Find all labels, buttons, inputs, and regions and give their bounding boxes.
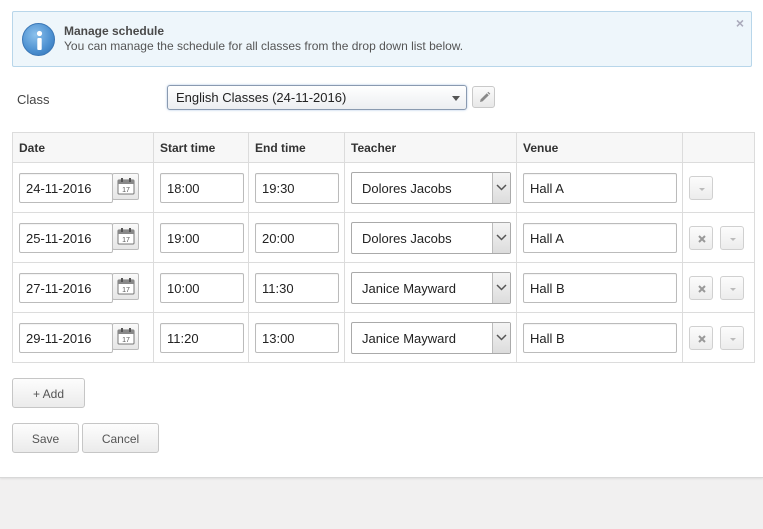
svg-text:17: 17 — [122, 187, 130, 194]
info-title: Manage schedule — [64, 24, 165, 38]
close-icon — [698, 285, 706, 293]
remove-row-button[interactable] — [689, 276, 713, 300]
calendar-icon: 17 — [117, 328, 135, 345]
row-menu-button[interactable] — [720, 276, 744, 300]
venue-input[interactable]: Hall B — [523, 273, 677, 303]
table-row: 27-11-2016 17 10:00 11:30 Janice Mayward… — [12, 262, 755, 313]
teacher-select[interactable]: Dolores Jacobs — [351, 172, 511, 204]
header-teacher: Teacher — [344, 132, 517, 163]
calendar-button[interactable]: 17 — [112, 323, 139, 350]
date-input[interactable]: 25-11-2016 — [19, 223, 113, 253]
teacher-select-value: Dolores Jacobs — [362, 181, 452, 196]
dropdown-arrow — [492, 323, 510, 353]
venue-input[interactable]: Hall A — [523, 223, 677, 253]
class-select-value: English Classes (24-11-2016) — [176, 90, 347, 105]
teacher-select-value: Dolores Jacobs — [362, 231, 452, 246]
header-date: Date — [12, 132, 154, 163]
header-actions — [682, 132, 755, 163]
dropdown-arrow — [492, 173, 510, 203]
header-venue: Venue — [516, 132, 683, 163]
add-row-button[interactable]: + Add — [12, 378, 85, 408]
calendar-button[interactable]: 17 — [112, 223, 139, 250]
row-menu-button[interactable] — [720, 326, 744, 350]
date-input[interactable]: 27-11-2016 — [19, 273, 113, 303]
end-time-input[interactable]: 20:00 — [255, 223, 339, 253]
start-time-input[interactable]: 19:00 — [160, 223, 244, 253]
info-text: You can manage the schedule for all clas… — [64, 39, 464, 53]
teacher-select[interactable]: Janice Mayward — [351, 272, 511, 304]
row-menu-button[interactable] — [720, 226, 744, 250]
row-menu-button[interactable] — [689, 176, 713, 200]
edit-class-button[interactable] — [472, 86, 495, 108]
teacher-select[interactable]: Dolores Jacobs — [351, 222, 511, 254]
venue-input[interactable]: Hall B — [523, 323, 677, 353]
caret-down-icon — [730, 288, 736, 291]
close-icon[interactable]: × — [736, 15, 744, 31]
info-message-box: Manage schedule You can manage the sched… — [12, 11, 752, 67]
class-select[interactable]: English Classes (24-11-2016) — [167, 85, 467, 110]
close-icon — [698, 235, 706, 243]
teacher-select[interactable]: Janice Mayward — [351, 322, 511, 354]
start-time-input[interactable]: 10:00 — [160, 273, 244, 303]
end-time-input[interactable]: 11:30 — [255, 273, 339, 303]
header-start-time: Start time — [153, 132, 249, 163]
schedule-panel: Manage schedule You can manage the sched… — [0, 0, 763, 478]
teacher-select-value: Janice Mayward — [362, 331, 456, 346]
svg-text:17: 17 — [122, 237, 130, 244]
svg-text:17: 17 — [122, 287, 130, 294]
caret-down-icon — [730, 238, 736, 241]
calendar-icon: 17 — [117, 178, 135, 195]
dropdown-arrow — [492, 223, 510, 253]
start-time-input[interactable]: 18:00 — [160, 173, 244, 203]
chevron-down-icon — [496, 334, 507, 341]
start-time-input[interactable]: 11:20 — [160, 323, 244, 353]
save-button[interactable]: Save — [12, 423, 79, 453]
table-row: 24-11-2016 17 18:00 19:30 Dolores Jacobs… — [12, 162, 755, 213]
table-row: 29-11-2016 17 11:20 13:00 Janice Mayward… — [12, 312, 755, 363]
date-input[interactable]: 29-11-2016 — [19, 323, 113, 353]
calendar-icon: 17 — [117, 228, 135, 245]
close-icon — [698, 335, 706, 343]
calendar-icon: 17 — [117, 278, 135, 295]
calendar-button[interactable]: 17 — [112, 173, 139, 200]
dropdown-arrow — [492, 273, 510, 303]
date-input[interactable]: 24-11-2016 — [19, 173, 113, 203]
calendar-button[interactable]: 17 — [112, 273, 139, 300]
chevron-down-icon — [496, 234, 507, 241]
teacher-select-value: Janice Mayward — [362, 281, 456, 296]
info-icon — [22, 23, 55, 56]
table-header-row: Date Start time End time Teacher Venue — [12, 132, 755, 163]
caret-down-icon — [730, 338, 736, 341]
caret-down-icon — [699, 188, 705, 191]
table-row: 25-11-2016 17 19:00 20:00 Dolores Jacobs… — [12, 212, 755, 263]
chevron-down-icon — [496, 284, 507, 291]
pencil-icon — [480, 91, 491, 102]
chevron-down-icon — [452, 96, 460, 101]
svg-text:17: 17 — [122, 337, 130, 344]
cancel-button[interactable]: Cancel — [82, 423, 159, 453]
remove-row-button[interactable] — [689, 226, 713, 250]
header-end-time: End time — [248, 132, 345, 163]
end-time-input[interactable]: 19:30 — [255, 173, 339, 203]
venue-input[interactable]: Hall A — [523, 173, 677, 203]
class-label: Class — [17, 92, 50, 107]
schedule-table: Date Start time End time Teacher Venue 2… — [12, 132, 755, 363]
remove-row-button[interactable] — [689, 326, 713, 350]
chevron-down-icon — [496, 184, 507, 191]
end-time-input[interactable]: 13:00 — [255, 323, 339, 353]
